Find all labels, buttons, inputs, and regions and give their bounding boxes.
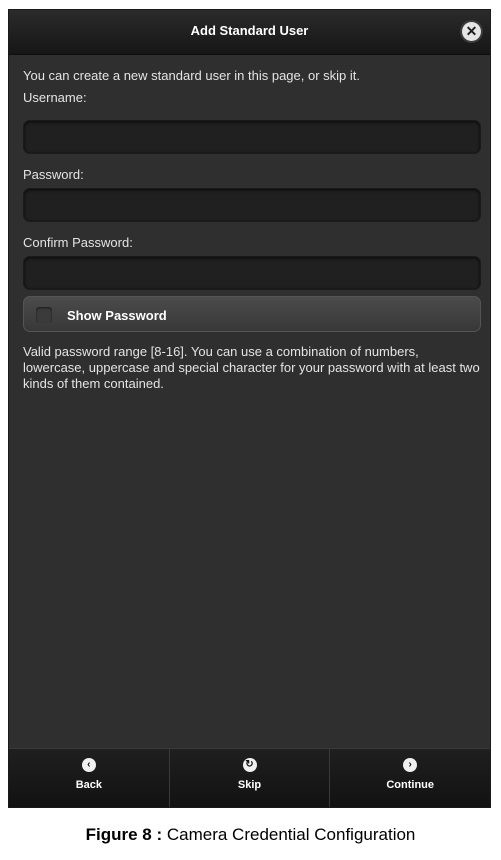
close-icon: ✕ [465, 23, 478, 39]
password-label: Password: [23, 167, 84, 182]
password-input[interactable] [23, 188, 481, 222]
skip-label: Skip [237, 779, 262, 791]
intro-text: You can create a new standard user in th… [23, 68, 360, 83]
refresh-icon: ↻ [242, 758, 257, 772]
figure-caption-prefix: Figure 8 : [85, 825, 163, 844]
dialog-title: Add Standard User [190, 23, 309, 38]
chevron-right-icon: › [403, 758, 418, 772]
figure-caption: Figure 8 : Camera Credential Configurati… [0, 825, 501, 845]
figure-caption-text: Camera Credential Configuration [166, 825, 416, 844]
show-password-checkbox[interactable] [36, 307, 52, 323]
confirm-password-input[interactable] [23, 256, 481, 290]
show-password-label: Show Password [67, 308, 167, 323]
dialog-titlebar: Add Standard User ✕ [9, 10, 490, 55]
add-user-dialog: Add Standard User ✕ You can create a new… [9, 10, 490, 807]
username-label: Username: [23, 90, 87, 105]
username-input[interactable] [23, 120, 481, 154]
back-button[interactable]: ‹ Back [9, 749, 170, 807]
password-help-text: Valid password range [8-16]. You can use… [23, 344, 480, 391]
dialog-footer: ‹ Back ↻ Skip › Continue [9, 748, 490, 807]
skip-button[interactable]: ↻ Skip [170, 749, 331, 807]
back-label: Back [75, 779, 102, 791]
continue-button[interactable]: › Continue [330, 749, 490, 807]
confirm-password-label: Confirm Password: [23, 235, 133, 250]
continue-label: Continue [386, 779, 435, 791]
chevron-left-icon: ‹ [81, 758, 96, 772]
show-password-toggle[interactable]: Show Password [23, 296, 481, 332]
close-button[interactable]: ✕ [462, 22, 481, 41]
